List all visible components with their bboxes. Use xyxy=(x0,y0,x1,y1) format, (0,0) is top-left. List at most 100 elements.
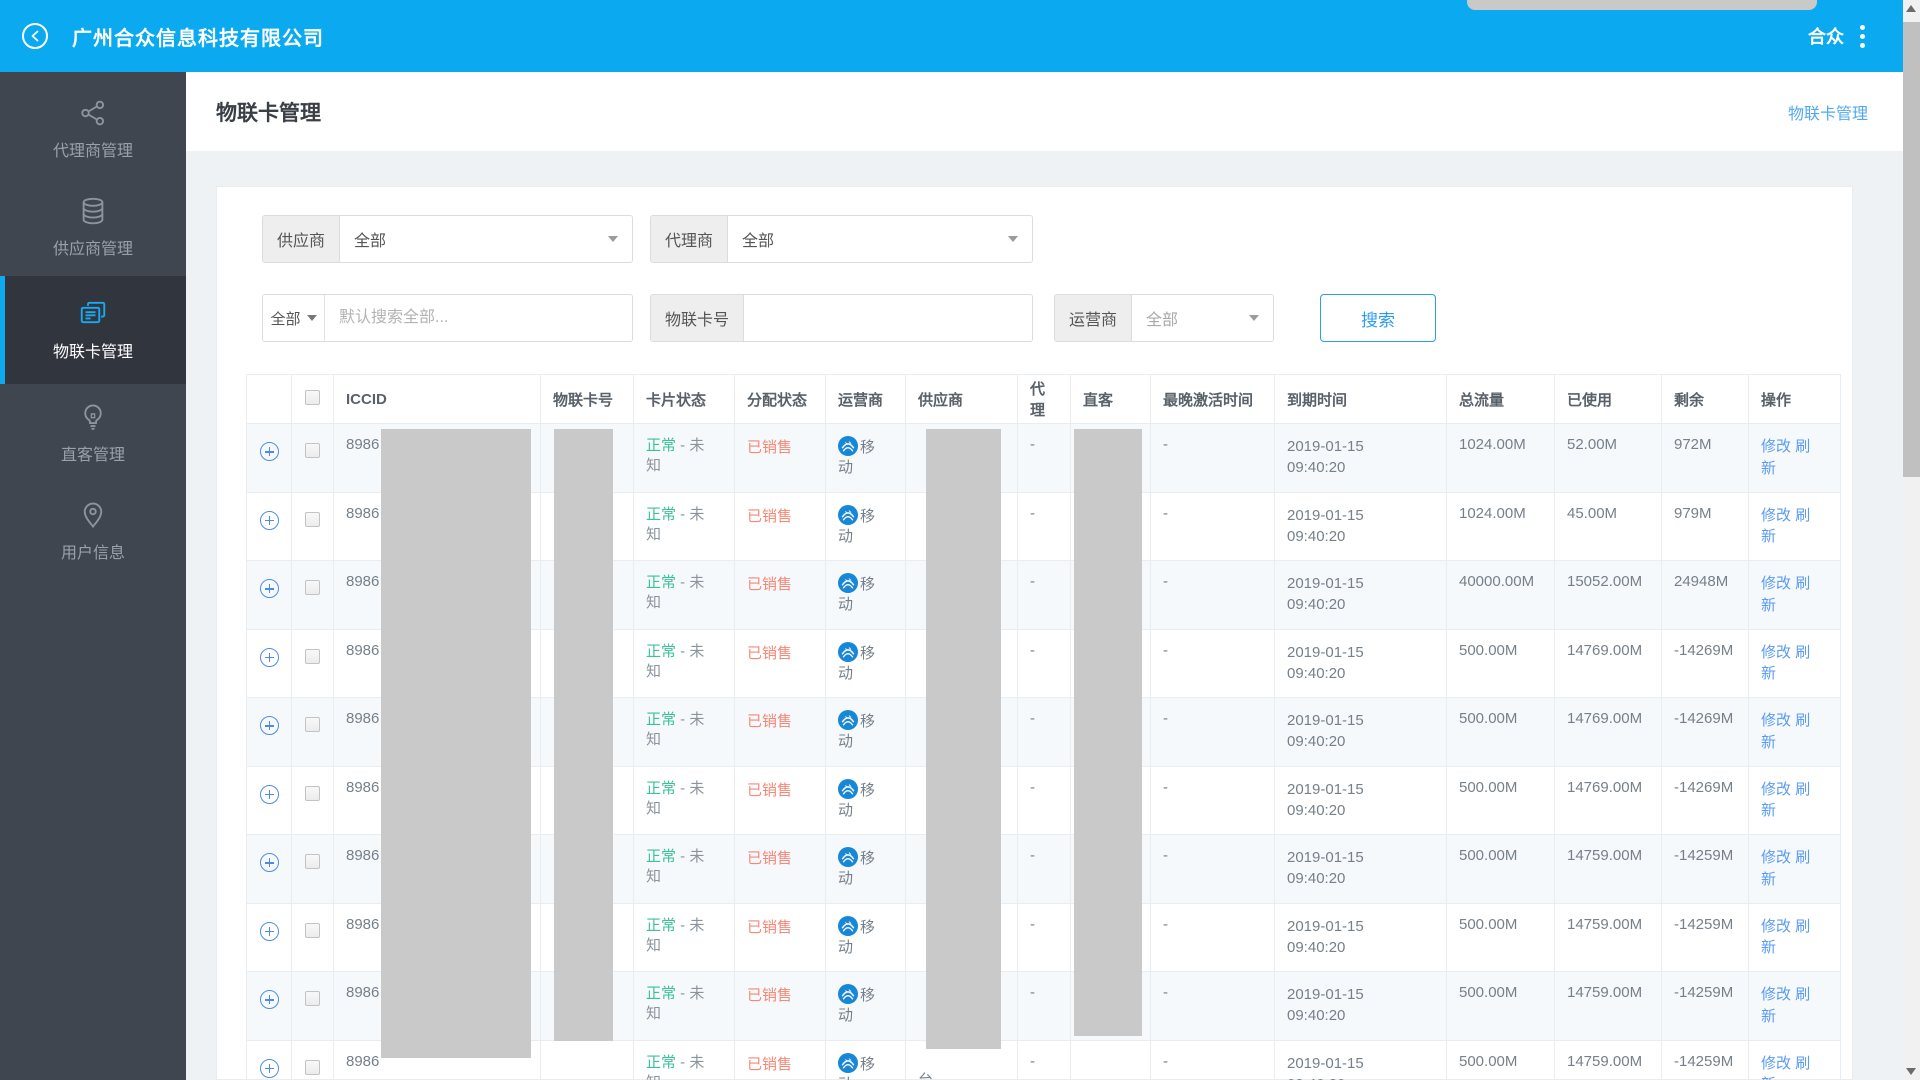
assign-status-value: 已销售 xyxy=(747,576,792,593)
row-checkbox[interactable] xyxy=(305,923,320,938)
sidebar-item-user-info[interactable]: 用户信息 xyxy=(0,482,186,580)
row-checkbox[interactable] xyxy=(305,512,320,527)
expand-row-icon[interactable] xyxy=(260,511,279,530)
back-button[interactable] xyxy=(22,23,48,49)
edit-link[interactable]: 修改 xyxy=(1761,438,1791,455)
row-checkbox[interactable] xyxy=(305,580,320,595)
expire-time-cell: 2019-01-15 09:40:20 xyxy=(1275,1040,1447,1080)
scrollbar-thumb[interactable] xyxy=(1903,22,1920,477)
expand-row-icon[interactable] xyxy=(260,990,279,1009)
supplier-filter-group: 供应商 全部 xyxy=(262,215,633,263)
row-checkbox[interactable] xyxy=(305,991,320,1006)
table-header-row: ICCID 物联卡号 卡片状态 分配状态 运营商 供应商 代理 直客 最晚激活时… xyxy=(247,375,1841,424)
vertical-scrollbar[interactable] xyxy=(1903,0,1920,1080)
edit-link[interactable]: 修改 xyxy=(1761,644,1791,661)
edit-link[interactable]: 修改 xyxy=(1761,575,1791,592)
card-status-normal: 正常 xyxy=(646,848,676,865)
iccid-value: 8986 xyxy=(346,984,379,1001)
assign-status-cell: 已销售 xyxy=(735,698,826,767)
breadcrumb[interactable]: 物联卡管理 xyxy=(1788,100,1868,124)
expand-row-icon[interactable] xyxy=(260,648,279,667)
actions-cell: 修改 刷新 xyxy=(1749,492,1841,561)
row-checkbox[interactable] xyxy=(305,786,320,801)
remain-flow-cell: -14259M xyxy=(1662,972,1749,1041)
total-flow-cell: 500.00M xyxy=(1447,835,1555,904)
sidebar-item-iot-card-management[interactable]: 物联卡管理 xyxy=(0,276,186,384)
expire-time-value: 2019-01-15 09:40:20 xyxy=(1287,916,1385,958)
kebab-menu-icon[interactable] xyxy=(1860,25,1865,48)
edit-link[interactable]: 修改 xyxy=(1761,507,1791,524)
header-direct-customer: 直客 xyxy=(1071,375,1151,424)
agent-filter-group: 代理商 全部 xyxy=(650,215,1033,263)
row-checkbox[interactable] xyxy=(305,717,320,732)
used-flow-cell: 14769.00M xyxy=(1555,629,1662,698)
header-checkbox-cell xyxy=(292,375,334,424)
sidebar-item-agent-management[interactable]: 代理商管理 xyxy=(0,80,186,178)
actions-cell: 修改 刷新 xyxy=(1749,766,1841,835)
header-expand xyxy=(247,375,292,424)
operator-cell: 移动 xyxy=(826,698,906,767)
agent-select[interactable]: 全部 xyxy=(728,216,1032,262)
database-icon xyxy=(78,196,108,226)
last-activate-cell: - xyxy=(1151,629,1275,698)
sidebar-item-direct-customer-management[interactable]: 直客管理 xyxy=(0,384,186,482)
operator-select-value: 全部 xyxy=(1146,306,1178,330)
expand-row-icon[interactable] xyxy=(260,716,279,735)
cardno-input[interactable] xyxy=(744,295,1032,341)
expire-time-cell: 2019-01-15 09:40:20 xyxy=(1275,629,1447,698)
assign-status-cell: 已销售 xyxy=(735,629,826,698)
card-status-cell: 正常 - 未知 xyxy=(634,561,735,630)
expand-row-icon[interactable] xyxy=(260,442,279,461)
operator-cell: 移动 xyxy=(826,424,906,493)
agent-cell: - xyxy=(1018,903,1071,972)
row-checkbox[interactable] xyxy=(305,854,320,869)
last-activate-cell: - xyxy=(1151,424,1275,493)
scrollbar-up-arrow-icon[interactable] xyxy=(1906,5,1916,12)
chevron-down-icon xyxy=(1249,315,1259,321)
row-checkbox[interactable] xyxy=(305,1060,320,1075)
expire-time-cell: 2019-01-15 09:40:20 xyxy=(1275,561,1447,630)
search-scope-group: 全部 xyxy=(262,294,633,342)
user-name[interactable]: 合众 xyxy=(1808,23,1844,49)
china-mobile-icon xyxy=(838,984,858,1004)
main-area: 物联卡管理 物联卡管理 供应商 全部 代理商 xyxy=(186,72,1903,1080)
last-activate-cell: - xyxy=(1151,766,1275,835)
expand-row-icon[interactable] xyxy=(260,922,279,941)
card-status-normal: 正常 xyxy=(646,917,676,934)
edit-link[interactable]: 修改 xyxy=(1761,712,1791,729)
search-button[interactable]: 搜索 xyxy=(1320,294,1436,342)
expand-row-icon[interactable] xyxy=(260,785,279,804)
card-status-cell: 正常 - 未知 xyxy=(634,629,735,698)
expand-row-icon[interactable] xyxy=(260,1059,279,1078)
scrollbar-down-arrow-icon[interactable] xyxy=(1906,1068,1916,1075)
last-activate-cell: - xyxy=(1151,903,1275,972)
assign-status-cell: 已销售 xyxy=(735,1040,826,1080)
chevron-down-icon xyxy=(608,236,618,242)
edit-link[interactable]: 修改 xyxy=(1761,986,1791,1003)
edit-link[interactable]: 修改 xyxy=(1761,918,1791,935)
assign-status-value: 已销售 xyxy=(747,987,792,1004)
total-flow-cell: 500.00M xyxy=(1447,629,1555,698)
expand-row-icon[interactable] xyxy=(260,579,279,598)
operator-cell: 移动 xyxy=(826,1040,906,1080)
header-assign-status: 分配状态 xyxy=(735,375,826,424)
total-flow-cell: 500.00M xyxy=(1447,972,1555,1041)
remain-flow-cell: -14259M xyxy=(1662,1040,1749,1080)
edit-link[interactable]: 修改 xyxy=(1761,1055,1791,1072)
row-checkbox[interactable] xyxy=(305,649,320,664)
edit-link[interactable]: 修改 xyxy=(1761,849,1791,866)
supplier-select[interactable]: 全部 xyxy=(340,216,632,262)
select-all-checkbox[interactable] xyxy=(305,390,320,405)
assign-status-cell: 已销售 xyxy=(735,492,826,561)
operator-cell: 移动 xyxy=(826,835,906,904)
remain-flow-cell: -14259M xyxy=(1662,903,1749,972)
search-scope-dropdown[interactable]: 全部 xyxy=(263,295,325,341)
expand-row-icon[interactable] xyxy=(260,853,279,872)
edit-link[interactable]: 修改 xyxy=(1761,781,1791,798)
sidebar-item-supplier-management[interactable]: 供应商管理 xyxy=(0,178,186,276)
table-wrap: ICCID 物联卡号 卡片状态 分配状态 运营商 供应商 代理 直客 最晚激活时… xyxy=(246,374,1838,1080)
row-checkbox[interactable] xyxy=(305,443,320,458)
search-input[interactable] xyxy=(325,295,632,341)
used-flow-cell: 14759.00M xyxy=(1555,835,1662,904)
operator-select[interactable]: 全部 xyxy=(1132,295,1273,341)
